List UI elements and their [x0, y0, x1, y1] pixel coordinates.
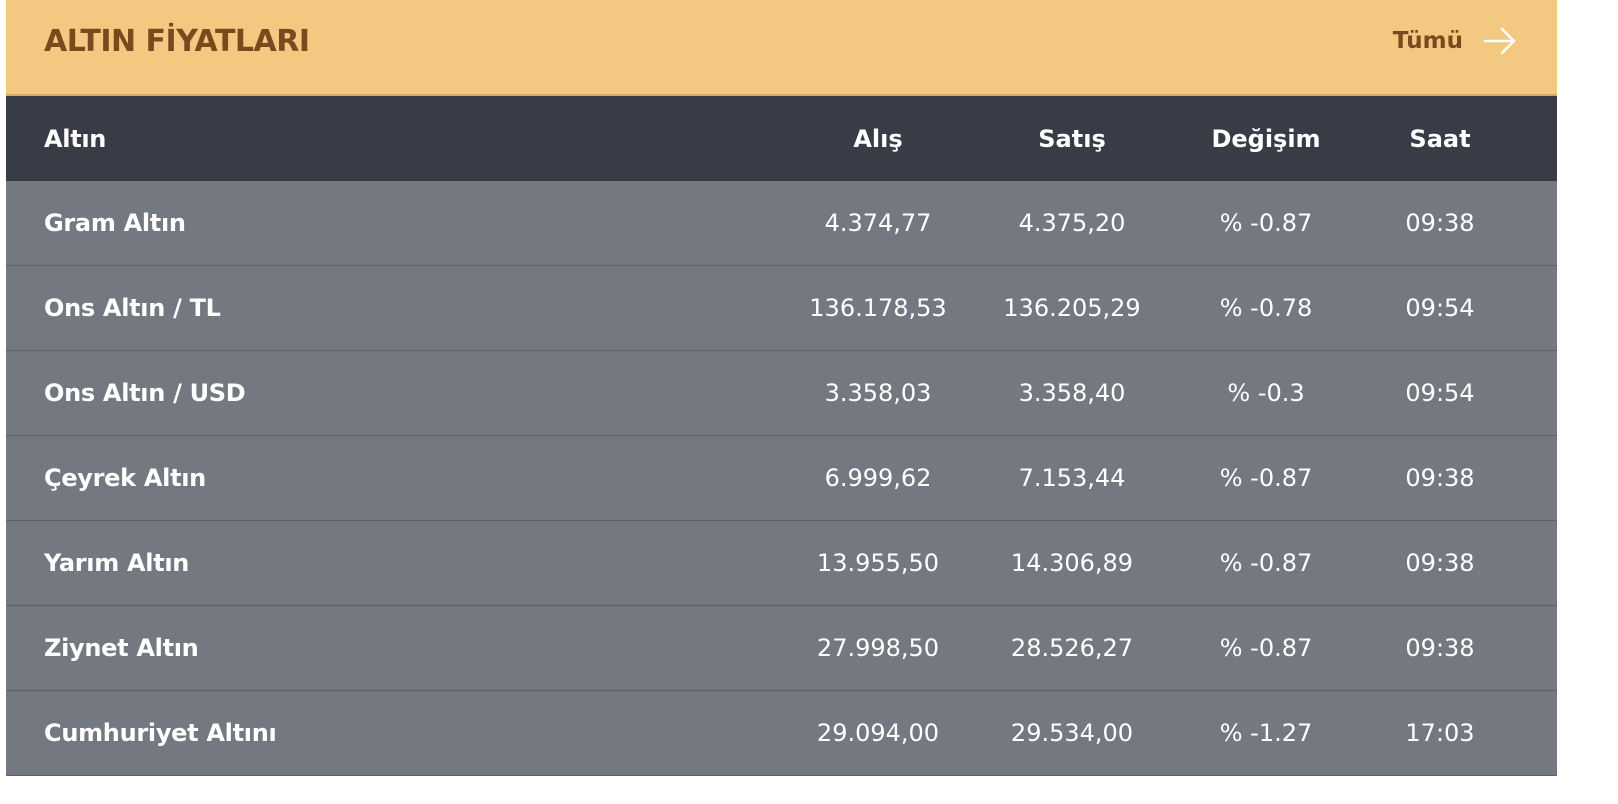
- table-row[interactable]: Ziynet Altın 27.998,50 28.526,27 % -0.87…: [6, 606, 1557, 691]
- gold-name: Gram Altın: [44, 209, 186, 237]
- change-percent: % -0.87: [1219, 209, 1313, 237]
- table-header-row: Altın Alış Satış Değişim Saat: [6, 96, 1557, 181]
- change-percent: % -0.87: [1219, 464, 1313, 492]
- update-time: 09:38: [1405, 209, 1475, 237]
- buy-price: 13.955,50: [816, 549, 940, 577]
- change-percent: % -0.87: [1219, 549, 1313, 577]
- change-percent: % -0.87: [1219, 634, 1313, 662]
- update-time: 09:54: [1405, 294, 1475, 322]
- sell-price: 3.358,40: [1018, 379, 1126, 407]
- gold-prices-widget: ALTIN FİYATLARI Tümü Altın Alış Satış De…: [6, 0, 1557, 776]
- sell-price: 4.375,20: [1018, 209, 1126, 237]
- table-row[interactable]: Ons Altın / TL 136.178,53 136.205,29 % -…: [6, 266, 1557, 351]
- buy-price: 27.998,50: [816, 634, 940, 662]
- update-time: 17:03: [1405, 719, 1475, 747]
- gold-name: Cumhuriyet Altını: [44, 719, 277, 747]
- sell-price: 14.306,89: [1010, 549, 1134, 577]
- table-row[interactable]: Gram Altın 4.374,77 4.375,20 % -0.87 09:…: [6, 181, 1557, 266]
- table-row[interactable]: Çeyrek Altın 6.999,62 7.153,44 % -0.87 0…: [6, 436, 1557, 521]
- arrow-right-icon[interactable]: [1483, 26, 1517, 56]
- buy-price: 4.374,77: [824, 209, 932, 237]
- gold-name: Çeyrek Altın: [44, 464, 206, 492]
- sell-price: 28.526,27: [1010, 634, 1134, 662]
- buy-price: 6.999,62: [824, 464, 932, 492]
- gold-name: Ziynet Altın: [44, 634, 199, 662]
- gold-name: Yarım Altın: [44, 549, 190, 577]
- view-all-link[interactable]: Tümü: [1393, 26, 1517, 56]
- change-percent: % -1.27: [1219, 719, 1313, 747]
- table-row[interactable]: Yarım Altın 13.955,50 14.306,89 % -0.87 …: [6, 521, 1557, 606]
- gold-name: Ons Altın / USD: [44, 379, 246, 407]
- sell-price: 7.153,44: [1018, 464, 1126, 492]
- change-percent: % -0.3: [1227, 379, 1305, 407]
- table-row[interactable]: Ons Altın / USD 3.358,03 3.358,40 % -0.3…: [6, 351, 1557, 436]
- update-time: 09:54: [1405, 379, 1475, 407]
- widget-header: ALTIN FİYATLARI Tümü: [6, 0, 1557, 96]
- change-percent: % -0.78: [1219, 294, 1313, 322]
- update-time: 09:38: [1405, 464, 1475, 492]
- buy-price: 29.094,00: [816, 719, 940, 747]
- update-time: 09:38: [1405, 549, 1475, 577]
- column-header-sell: Satış: [1038, 124, 1106, 153]
- column-header-name: Altın: [44, 124, 107, 153]
- sell-price: 136.205,29: [1003, 294, 1141, 322]
- sell-price: 29.534,00: [1010, 719, 1134, 747]
- column-header-time: Saat: [1409, 124, 1471, 153]
- update-time: 09:38: [1405, 634, 1475, 662]
- column-header-change: Değişim: [1211, 124, 1321, 153]
- table-row[interactable]: Cumhuriyet Altını 29.094,00 29.534,00 % …: [6, 691, 1557, 776]
- view-all-label[interactable]: Tümü: [1393, 28, 1463, 54]
- buy-price: 3.358,03: [824, 379, 932, 407]
- buy-price: 136.178,53: [809, 294, 947, 322]
- column-header-buy: Alış: [853, 124, 903, 153]
- gold-name: Ons Altın / TL: [44, 294, 221, 322]
- widget-title: ALTIN FİYATLARI: [44, 24, 310, 59]
